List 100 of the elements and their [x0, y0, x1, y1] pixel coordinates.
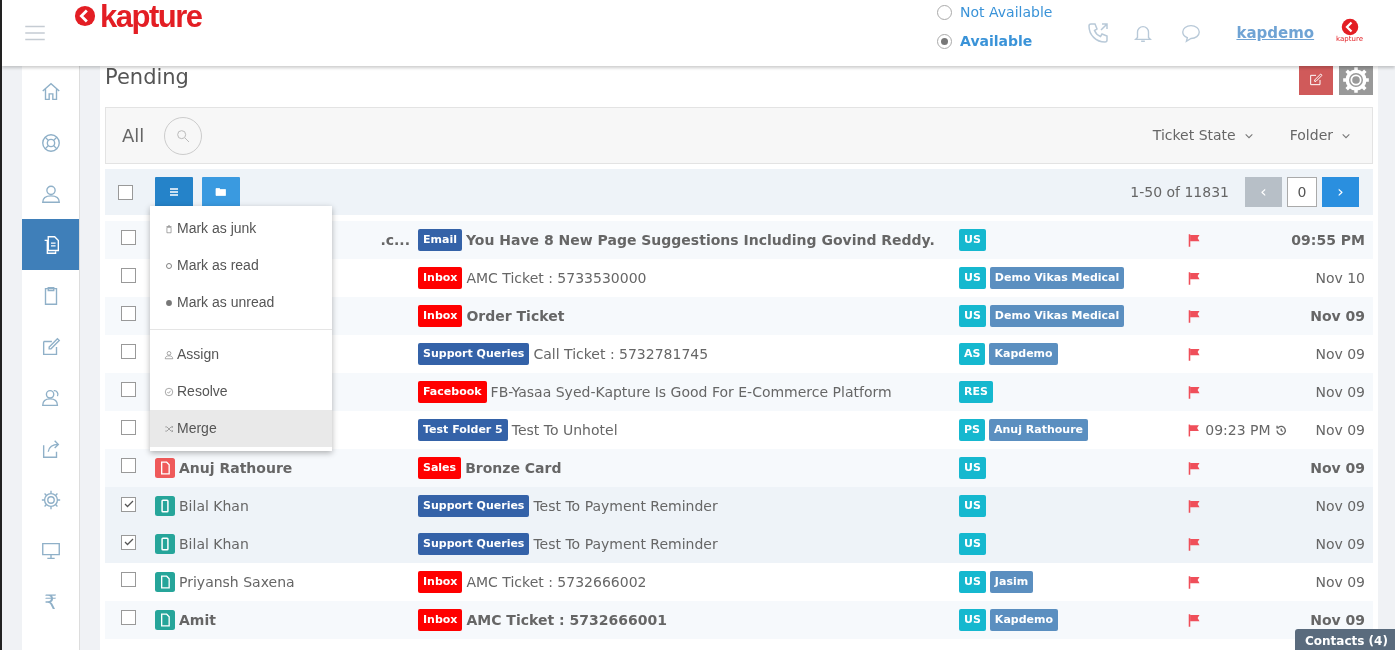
- filter-dropdown[interactable]: Ticket State: [1151, 124, 1255, 147]
- ticket-subject[interactable]: Order Ticket: [466, 305, 565, 327]
- status-tag: US: [959, 494, 986, 518]
- flag-icon[interactable]: [1187, 384, 1202, 400]
- next-page-button[interactable]: ›: [1322, 177, 1359, 207]
- row-checkbox[interactable]: [121, 305, 136, 321]
- flag-icon[interactable]: [1187, 346, 1202, 362]
- row-checkbox[interactable]: [121, 267, 136, 283]
- dot-icon: [164, 297, 174, 308]
- status-tag: US: [959, 532, 986, 556]
- brand-icon: [1340, 17, 1359, 36]
- row-checkbox[interactable]: [121, 343, 136, 359]
- row-checkbox[interactable]: [121, 496, 136, 512]
- filter-dropdown[interactable]: Folder: [1288, 124, 1352, 147]
- compose-button[interactable]: [1299, 64, 1333, 95]
- ticket-subject[interactable]: Call Ticket : 5732781745: [533, 343, 709, 365]
- ticket-subject[interactable]: AMC Ticket : 5732666001: [466, 609, 667, 631]
- flag-icon[interactable]: [1187, 308, 1202, 324]
- status-tag: US: [959, 570, 986, 594]
- sender-name: Anuj Rathoure: [179, 458, 293, 478]
- row-checkbox[interactable]: [121, 381, 136, 397]
- assignee-tag: Kapdemo: [989, 608, 1059, 632]
- edit-icon: [1308, 71, 1324, 88]
- status-tag: AS: [959, 342, 986, 366]
- reminder-time: 09:23 PM: [1205, 420, 1271, 440]
- flag-icon[interactable]: [1187, 612, 1202, 628]
- ticket-subject[interactable]: Test To Payment Reminder: [533, 533, 718, 555]
- sender-name: .c...: [380, 230, 410, 250]
- page-input[interactable]: 0: [1287, 177, 1317, 207]
- folder-tag: Support Queries: [418, 494, 530, 518]
- ticket-subject[interactable]: FB-Yasaa Syed-Kapture Is Good For E-Commerce Platform: [490, 381, 892, 403]
- chat-icon[interactable]: [1180, 22, 1203, 44]
- sender-name: Bilal Khan: [179, 534, 249, 554]
- folder-tag: Test Folder 5: [418, 418, 508, 442]
- flag-icon[interactable]: [1187, 232, 1202, 248]
- flag-icon[interactable]: [1187, 574, 1202, 590]
- ticket-date: Nov 09: [1310, 459, 1365, 476]
- folder-tag: Sales: [418, 456, 462, 480]
- lifebuoy-icon[interactable]: [39, 131, 62, 154]
- assignee-tag: Demo Vikas Medical: [989, 266, 1125, 290]
- folder-tag: Inbox: [418, 266, 463, 290]
- flag-icon[interactable]: [1187, 270, 1202, 286]
- logo-icon: [74, 5, 96, 27]
- home-icon[interactable]: [39, 80, 62, 103]
- ticket-date: Nov 09: [1315, 345, 1365, 362]
- flag-icon[interactable]: [1187, 498, 1202, 514]
- flag-icon[interactable]: [1187, 460, 1202, 476]
- contacts-tab[interactable]: Contacts (4): [1295, 629, 1395, 650]
- folder-tag: Facebook: [418, 380, 487, 404]
- ticket-date: Nov 09: [1315, 535, 1365, 552]
- row-checkbox[interactable]: [121, 571, 136, 587]
- circle-icon: [164, 260, 174, 271]
- ticket-subject[interactable]: You Have 8 New Page Suggestions Including Govind Reddy.: [465, 229, 935, 251]
- ticket-subject[interactable]: Test To Unhotel: [511, 419, 618, 441]
- folder-tag: Support Queries: [418, 532, 530, 556]
- view-label[interactable]: All: [122, 122, 145, 149]
- menu-item[interactable]: Mark as junk: [150, 210, 332, 247]
- availability-radio[interactable]: Available: [937, 31, 1053, 52]
- ticket-date: Nov 09: [1310, 307, 1365, 324]
- phone-icon[interactable]: [1086, 21, 1111, 45]
- ticket-subject[interactable]: AMC Ticket : 5732666002: [466, 571, 647, 593]
- flag-icon[interactable]: [1187, 536, 1202, 552]
- menu-item[interactable]: Assign: [150, 336, 332, 373]
- menu-item[interactable]: Resolve: [150, 373, 332, 410]
- folder-tag: Support Queries: [418, 342, 530, 366]
- page-range: 1-50 of 11831: [1130, 182, 1229, 202]
- ticket-date: Nov 09: [1315, 383, 1365, 400]
- status-tag: US: [959, 304, 986, 328]
- availability-radio[interactable]: Not Available: [937, 2, 1053, 23]
- row-checkbox[interactable]: [121, 609, 136, 625]
- flag-icon[interactable]: [1187, 422, 1202, 438]
- ticket-date: Nov 10: [1315, 269, 1365, 286]
- logo-text: kapture: [100, 0, 202, 32]
- status-tag: US: [959, 608, 986, 632]
- list-icon: [168, 186, 180, 198]
- ticket-date: Nov 09: [1315, 573, 1365, 590]
- ticket-subject[interactable]: Test To Payment Reminder: [533, 495, 718, 517]
- select-all-checkbox[interactable]: [118, 184, 133, 200]
- row-checkbox[interactable]: [121, 457, 136, 473]
- ticket-subject[interactable]: AMC Ticket : 5733530000: [466, 267, 647, 289]
- folder-button[interactable]: [202, 176, 240, 208]
- menu-item[interactable]: Mark as read: [150, 247, 332, 284]
- ticket-date: Nov 09: [1310, 611, 1365, 628]
- assignee-tag: Anuj Rathoure: [989, 418, 1088, 442]
- row-checkbox[interactable]: [121, 534, 136, 550]
- settings-button[interactable]: [1339, 64, 1373, 95]
- actions-button[interactable]: [155, 176, 193, 208]
- assignee-tag: Kapdemo: [989, 342, 1058, 366]
- assignee-tag: Demo Vikas Medical: [989, 304, 1125, 328]
- menu-item[interactable]: Mark as unread: [150, 284, 332, 321]
- row-checkbox[interactable]: [121, 229, 136, 245]
- sender-name: Bilal Khan: [179, 496, 249, 516]
- row-checkbox[interactable]: [121, 419, 136, 435]
- trash-icon: [164, 223, 174, 234]
- ticket-subject[interactable]: Bronze Card: [465, 457, 562, 479]
- menu-item[interactable]: Merge: [150, 410, 332, 447]
- sender-name: Amit: [179, 610, 216, 630]
- folder-tag: Inbox: [418, 608, 463, 632]
- settings-icon[interactable]: [39, 488, 62, 511]
- status-tag: RES: [959, 380, 993, 404]
